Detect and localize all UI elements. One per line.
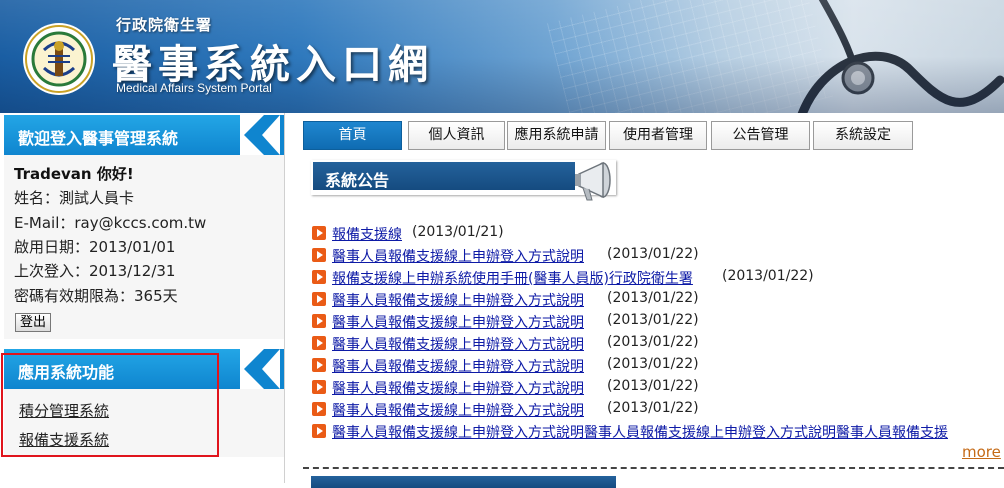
announcement-date: (2013/01/22) (607, 246, 699, 262)
logout-button[interactable]: 登出 (15, 313, 52, 332)
arrow-bullet-icon (312, 358, 326, 372)
header-banner: 行政院衛生署 醫事系統入口網 Medical Affairs System Po… (0, 0, 1004, 113)
tab-user-management[interactable]: 使用者管理 (609, 121, 707, 150)
announcement-link[interactable]: 醫事人員報備支援線上申辦登入方式說明 (332, 334, 584, 354)
announcement-date: (2013/01/22) (722, 268, 814, 284)
next-section-header (311, 476, 616, 488)
announcement-link[interactable]: 醫事人員報備支援線上申辦登入方式說明 (332, 356, 584, 376)
announcement-date: (2013/01/22) (607, 290, 699, 306)
arrow-bullet-icon (312, 270, 326, 284)
user-greeting: Tradevan 你好! (14, 165, 134, 183)
header-notch (240, 349, 284, 389)
tab-announcement-management[interactable]: 公告管理 (711, 121, 810, 150)
announcement-date: (2013/01/21) (412, 224, 504, 240)
announcements-title-bar: 系統公告 (313, 162, 575, 190)
arrow-bullet-icon (312, 424, 326, 438)
portal-subtitle: Medical Affairs System Portal (116, 81, 272, 95)
announcement-date: (2013/01/22) (607, 334, 699, 350)
tab-system-settings[interactable]: 系統設定 (813, 121, 913, 150)
announcements-title: 系統公告 (325, 171, 390, 190)
ministry-emblem-icon (23, 23, 95, 95)
welcome-panel-header: 歡迎登入醫事管理系統 (4, 115, 284, 155)
activation-date: 啟用日期：2013/01/01 (14, 238, 176, 256)
section-divider (303, 467, 1004, 469)
announcement-link[interactable]: 醫事人員報備支援線上申辦登入方式說明 (332, 378, 584, 398)
welcome-panel-title: 歡迎登入醫事管理系統 (18, 129, 179, 148)
arrow-bullet-icon (312, 402, 326, 416)
arrow-bullet-icon (312, 380, 326, 394)
highlight-box (1, 353, 219, 457)
announcement-date: (2013/01/22) (607, 400, 699, 416)
announcement-date: (2013/01/22) (607, 312, 699, 328)
last-login: 上次登入：2013/12/31 (14, 262, 176, 280)
list-item: 醫事人員報備支援線上申辦登入方式說明醫事人員報備支援線上申辦登入方式說明醫事人員… (312, 422, 1004, 440)
header-notch (240, 115, 284, 155)
arrow-bullet-icon (312, 314, 326, 328)
announcement-link[interactable]: 醫事人員報備支援線上申辦登入方式說明醫事人員報備支援線上申辦登入方式說明醫事人員… (332, 422, 948, 440)
announcement-link[interactable]: 醫事人員報備支援線上申辦登入方式說明 (332, 312, 584, 332)
user-email: E-Mail：ray@kccs.com.tw (14, 214, 207, 232)
announcement-link[interactable]: 報備支援線 (332, 224, 402, 244)
megaphone-icon (575, 161, 611, 201)
announcement-link[interactable]: 醫事人員報備支援線上申辦登入方式說明 (332, 246, 584, 266)
password-expiry: 密碼有效期限為：365天 (14, 287, 178, 305)
sidebar: 歡迎登入醫事管理系統 Tradevan 你好! 姓名：測試人員卡 E-Mail：… (0, 113, 284, 483)
tab-personal-info[interactable]: 個人資訊 (408, 121, 505, 150)
arrow-bullet-icon (312, 226, 326, 240)
user-name: 姓名：測試人員卡 (14, 189, 135, 207)
tab-app-request[interactable]: 應用系統申請 (507, 121, 606, 150)
announcement-link[interactable]: 醫事人員報備支援線上申辦登入方式說明 (332, 290, 584, 310)
more-link[interactable]: more (962, 443, 1001, 461)
announcement-date: (2013/01/22) (607, 356, 699, 372)
column-divider (284, 113, 285, 483)
tab-home[interactable]: 首頁 (303, 121, 402, 150)
announcement-date: (2013/01/22) (607, 378, 699, 394)
arrow-bullet-icon (312, 248, 326, 262)
announcements-header: 系統公告 (311, 160, 616, 201)
announcement-link[interactable]: 報備支援線上申辦系統使用手冊(醫事人員版)行政院衛生署 (332, 268, 693, 288)
arrow-bullet-icon (312, 292, 326, 306)
announcement-link[interactable]: 醫事人員報備支援線上申辦登入方式說明 (332, 400, 584, 420)
arrow-bullet-icon (312, 336, 326, 350)
